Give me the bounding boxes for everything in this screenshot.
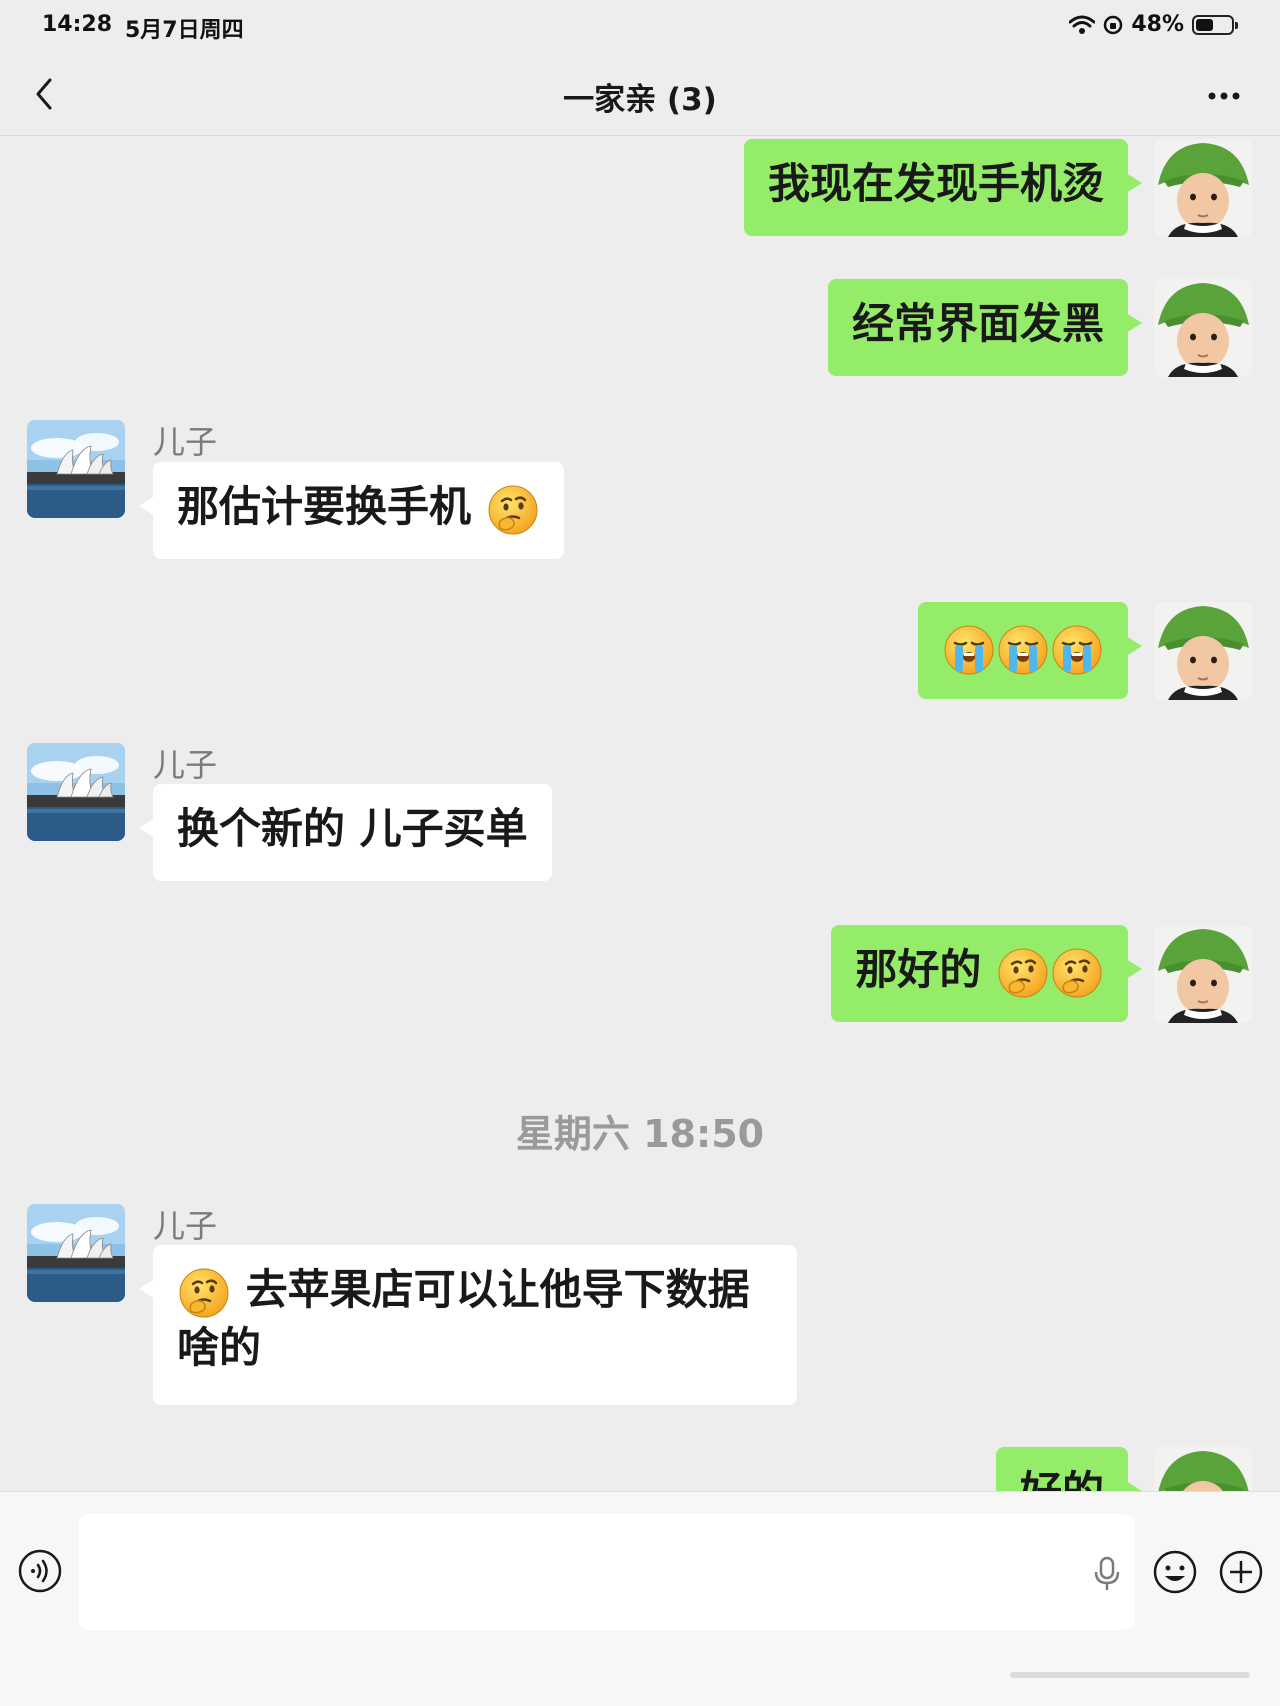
- message-line: 啥的: [177, 1323, 262, 1372]
- my-avatar[interactable]: [1154, 1447, 1252, 1491]
- orientation-lock-icon: [1104, 15, 1123, 34]
- message-bubble-received[interactable]: 换个新的 儿子买单: [139, 784, 552, 881]
- message-input[interactable]: [79, 1514, 1135, 1630]
- son-avatar[interactable]: [27, 743, 125, 841]
- message-bubble-received[interactable]: 那估计要换手机: [139, 462, 564, 559]
- my-avatar[interactable]: [1154, 602, 1252, 700]
- plus-icon[interactable]: [1218, 1549, 1264, 1595]
- chat-title: 一家亲 (3): [563, 82, 717, 118]
- mic-icon[interactable]: [1093, 1556, 1121, 1592]
- thinking-face-icon: [178, 1267, 230, 1319]
- status-right: 48%: [1069, 12, 1238, 37]
- status-time: 14:28: [42, 12, 113, 37]
- sender-name: 儿子: [153, 1207, 218, 1245]
- time-divider: 星期六 18:50: [515, 1112, 765, 1156]
- message-text: 那估计要换手机: [177, 482, 472, 531]
- thinking-face-icon: [487, 484, 539, 536]
- my-avatar[interactable]: [1154, 139, 1252, 237]
- message-text: 去苹果店可以让他导下数据: [245, 1265, 750, 1314]
- status-bar: 14:28 5月7日周四 48%: [0, 0, 1280, 54]
- sender-name: 儿子: [153, 423, 218, 461]
- message-text: 换个新的 儿子买单: [177, 804, 528, 853]
- message-bubble-sent[interactable]: [918, 602, 1142, 699]
- message-bubble-received[interactable]: 去苹果店可以让他导下数据 啥的: [139, 1245, 797, 1405]
- my-avatar[interactable]: [1154, 925, 1252, 1023]
- battery-icon: [1192, 14, 1238, 35]
- son-avatar[interactable]: [27, 1204, 125, 1302]
- battery-percent: 48%: [1131, 12, 1184, 37]
- more-dots-icon[interactable]: [1204, 76, 1244, 116]
- chat-message-list[interactable]: 我现在发现手机烫 经常界面发黑 儿子 那估计要换手机 儿子 换个新的 儿子买单 …: [0, 137, 1280, 1491]
- loudly-crying-face-icon: [997, 624, 1049, 676]
- status-date: 5月7日周四: [125, 18, 244, 43]
- message-bubble-sent[interactable]: 好的: [995, 1447, 1143, 1491]
- input-bar: [0, 1491, 1280, 1706]
- message-line: 去苹果店可以让他导下数据: [177, 1261, 773, 1319]
- thinking-face-icon: [997, 947, 1049, 999]
- loudly-crying-face-icon: [943, 624, 995, 676]
- loudly-crying-face-icon: [1051, 624, 1103, 676]
- message-text: 经常界面发黑: [851, 299, 1104, 348]
- smiley-icon[interactable]: [1152, 1549, 1198, 1595]
- my-avatar[interactable]: [1154, 279, 1252, 377]
- thinking-face-icon: [1051, 947, 1103, 999]
- battery-fill: [1196, 18, 1214, 31]
- voice-icon[interactable]: [18, 1549, 62, 1593]
- message-text: 那好的: [855, 945, 982, 994]
- watermark-mark: [1010, 1672, 1250, 1678]
- message-text: 我现在发现手机烫: [767, 159, 1104, 208]
- sender-name: 儿子: [153, 746, 218, 784]
- nav-bar: 一家亲 (3): [0, 54, 1280, 136]
- message-bubble-sent[interactable]: 经常界面发黑: [827, 279, 1143, 376]
- message-bubble-sent[interactable]: 我现在发现手机烫: [743, 139, 1143, 236]
- son-avatar[interactable]: [27, 420, 125, 518]
- message-text: 好的: [1020, 1467, 1104, 1491]
- message-bubble-sent[interactable]: 那好的: [831, 925, 1142, 1022]
- wifi-icon: [1069, 15, 1096, 34]
